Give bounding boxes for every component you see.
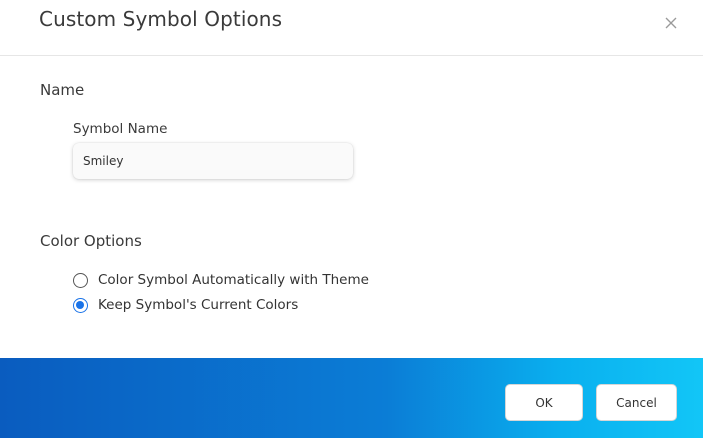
symbol-name-input[interactable] [73, 143, 353, 179]
symbol-name-label: Symbol Name [73, 121, 168, 137]
dialog-header: Custom Symbol Options [0, 0, 703, 56]
dialog-footer: OK Cancel [0, 358, 703, 438]
name-section-heading: Name [40, 81, 85, 99]
cancel-button[interactable]: Cancel [596, 384, 677, 421]
custom-symbol-options-dialog: Custom Symbol Options Name Symbol Name C… [0, 0, 703, 438]
radio-button-unchecked[interactable] [73, 272, 88, 288]
dialog-title: Custom Symbol Options [39, 7, 283, 31]
radio-keep-current-colors[interactable]: Keep Symbol's Current Colors [73, 295, 298, 315]
radio-label-keep-current-colors: Keep Symbol's Current Colors [98, 297, 299, 313]
color-options-heading: Color Options [40, 232, 142, 250]
radio-button-checked[interactable] [73, 297, 88, 313]
radio-label-color-automatically: Color Symbol Automatically with Theme [98, 272, 369, 288]
radio-color-automatically[interactable]: Color Symbol Automatically with Theme [73, 270, 369, 290]
close-icon[interactable] [662, 14, 680, 32]
ok-button[interactable]: OK [505, 384, 583, 421]
